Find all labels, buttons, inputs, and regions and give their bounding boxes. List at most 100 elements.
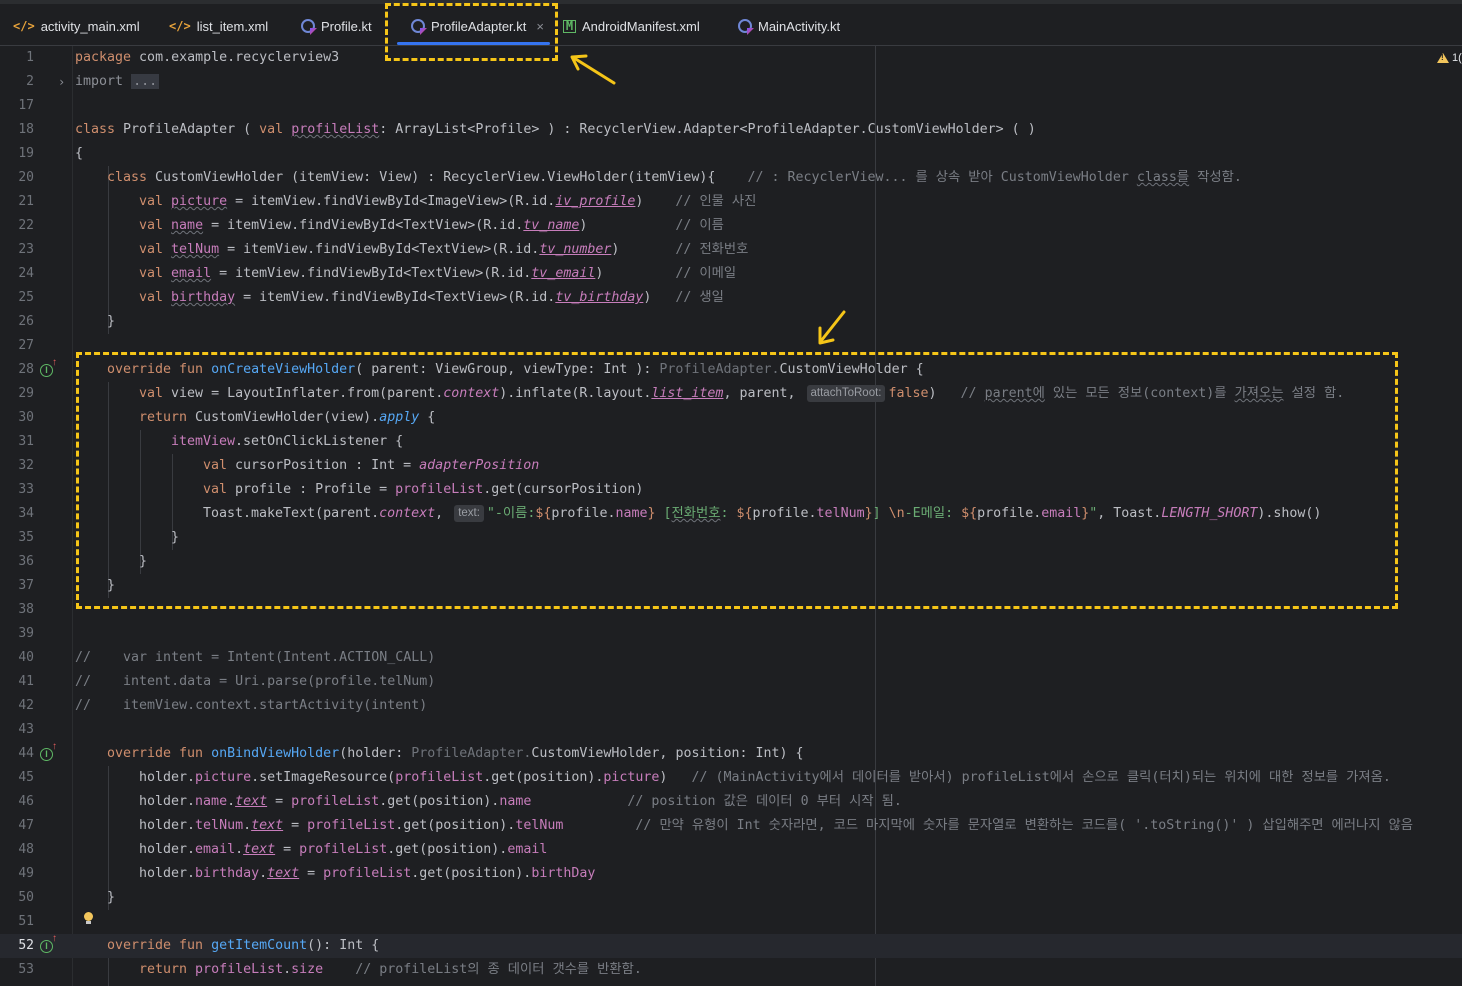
code-line[interactable]: 53 return profileList.size // profileLis… — [0, 958, 1462, 982]
line-number: 25 — [18, 290, 34, 305]
code-line[interactable]: 46 holder.name.text = profileList.get(po… — [0, 790, 1462, 814]
code-line[interactable]: 21 val picture = itemView.findViewById<I… — [0, 190, 1462, 214]
line-number: 45 — [18, 770, 34, 785]
line-number: 51 — [18, 914, 34, 929]
line-number: 38 — [18, 602, 34, 617]
line-number: 43 — [18, 722, 34, 737]
code-line[interactable]: 49 holder.birthday.text = profileList.ge… — [0, 862, 1462, 886]
tab-profile-kt[interactable]: Profile.kt — [301, 10, 372, 42]
line-code: } — [107, 890, 116, 905]
xml-file-icon: </> — [13, 19, 35, 33]
line-number: 21 — [18, 194, 34, 209]
arrow-icon — [570, 54, 616, 85]
line-number: 39 — [18, 626, 34, 641]
tab-android-manifest-xml[interactable]: M AndroidManifest.xml — [563, 10, 700, 42]
line-number: 1 — [26, 50, 34, 65]
highlight-box-code — [76, 352, 1398, 609]
lightbulb-icon[interactable] — [83, 912, 94, 926]
line-code: import ... — [75, 74, 160, 89]
override-method-icon[interactable]: I — [40, 934, 57, 953]
line-number: 17 — [18, 98, 34, 113]
code-line[interactable]: 24 val email = itemView.findViewById<Tex… — [0, 262, 1462, 286]
code-line[interactable]: 19 { — [0, 142, 1462, 166]
code-line[interactable]: 48 holder.email.text = profileList.get(p… — [0, 838, 1462, 862]
line-code: val telNum = itemView.findViewById<TextV… — [139, 242, 749, 257]
code-line[interactable]: 42 // itemView.context.startActivity(int… — [0, 694, 1462, 718]
line-number: 48 — [18, 842, 34, 857]
code-line[interactable]: 20 class CustomViewHolder (itemView: Vie… — [0, 166, 1462, 190]
line-code: } — [107, 314, 116, 329]
line-number: 20 — [18, 170, 34, 185]
code-line[interactable]: 26 } — [0, 310, 1462, 334]
line-code: package com.example.recyclerview3 — [75, 50, 340, 65]
line-code: holder.birthday.text = profileList.get(p… — [139, 866, 596, 881]
code-line[interactable]: 45 holder.picture.setImageResource(profi… — [0, 766, 1462, 790]
kotlin-file-icon — [738, 19, 752, 33]
line-code: override fun onBindViewHolder(holder: Pr… — [107, 746, 804, 761]
xml-file-icon: </> — [169, 19, 191, 33]
line-code: holder.name.text = profileList.get(posit… — [139, 794, 902, 809]
fold-expand-icon[interactable]: › — [58, 70, 65, 94]
line-code: { — [75, 146, 84, 161]
tab-label: list_item.xml — [196, 18, 269, 34]
code-line[interactable]: 22 val name = itemView.findViewById<Text… — [0, 214, 1462, 238]
line-number: 26 — [18, 314, 34, 329]
tab-activity-main-xml[interactable]: </> activity_main.xml — [13, 10, 140, 42]
line-code: // itemView.context.startActivity(intent… — [75, 698, 428, 713]
line-number: 36 — [18, 554, 34, 569]
kotlin-file-icon — [301, 19, 315, 33]
line-code: return profileList.size // profileList의 … — [139, 962, 642, 977]
tab-label: AndroidManifest.xml — [582, 18, 700, 34]
tab-list-item-xml[interactable]: </> list_item.xml — [169, 10, 268, 42]
line-number: 47 — [18, 818, 34, 833]
tab-main-activity-kt[interactable]: MainActivity.kt — [738, 10, 840, 42]
folded-imports[interactable]: ... — [131, 74, 160, 89]
line-number: 35 — [18, 530, 34, 545]
code-line[interactable]: 39 — [0, 622, 1462, 646]
code-line[interactable]: 50 } — [0, 886, 1462, 910]
line-number: 50 — [18, 890, 34, 905]
toolbar-strip — [0, 0, 1462, 4]
highlight-box-tab — [385, 3, 558, 61]
code-line[interactable]: 17 — [0, 94, 1462, 118]
line-code: val picture = itemView.findViewById<Imag… — [139, 194, 757, 209]
line-number: 40 — [18, 650, 34, 665]
code-line[interactable]: 40 // var intent = Intent(Intent.ACTION_… — [0, 646, 1462, 670]
code-line[interactable]: 2 › import ... — [0, 70, 1462, 94]
manifest-file-icon: M — [563, 19, 576, 33]
code-line[interactable]: 23 val telNum = itemView.findViewById<Te… — [0, 238, 1462, 262]
code-line[interactable]: 43 — [0, 718, 1462, 742]
line-number: 27 — [18, 338, 34, 353]
line-number: 23 — [18, 242, 34, 257]
line-code: holder.picture.setImageResource(profileL… — [139, 770, 1391, 785]
line-number: 41 — [18, 674, 34, 689]
line-number: 32 — [18, 458, 34, 473]
line-code: val name = itemView.findViewById<TextVie… — [139, 218, 724, 233]
line-number: 49 — [18, 866, 34, 881]
code-line[interactable]: 41 // intent.data = Uri.parse(profile.te… — [0, 670, 1462, 694]
override-method-icon[interactable]: I — [40, 358, 57, 377]
line-number: 37 — [18, 578, 34, 593]
line-code: override fun getItemCount(): Int { — [107, 938, 380, 953]
line-number: 2 — [26, 74, 34, 89]
line-code: holder.telNum.text = profileList.get(pos… — [139, 818, 1413, 833]
line-number: 18 — [18, 122, 34, 137]
override-method-icon[interactable]: I — [40, 742, 57, 761]
editor-tab-bar: </> activity_main.xml </> list_item.xml … — [0, 0, 1462, 46]
line-number: 53 — [18, 962, 34, 977]
code-line[interactable]: 25 val birthday = itemView.findViewById<… — [0, 286, 1462, 310]
code-line[interactable]: 47 holder.telNum.text = profileList.get(… — [0, 814, 1462, 838]
code-line[interactable]: 51 — [0, 910, 1462, 934]
code-line[interactable]: 18 class ProfileAdapter ( val profileLis… — [0, 118, 1462, 142]
line-number: 52 — [18, 938, 34, 953]
line-number: 22 — [18, 218, 34, 233]
code-line-current[interactable]: 52 I override fun getItemCount(): Int { — [0, 934, 1462, 958]
line-code: holder.email.text = profileList.get(posi… — [139, 842, 548, 857]
code-line[interactable]: 44 I override fun onBindViewHolder(holde… — [0, 742, 1462, 766]
line-code: // intent.data = Uri.parse(profile.telNu… — [75, 674, 436, 689]
code-line[interactable]: 1 package com.example.recyclerview3 — [0, 46, 1462, 70]
line-number: 34 — [18, 506, 34, 521]
tab-label: MainActivity.kt — [758, 18, 841, 34]
arrow-icon — [818, 310, 846, 345]
line-number: 42 — [18, 698, 34, 713]
